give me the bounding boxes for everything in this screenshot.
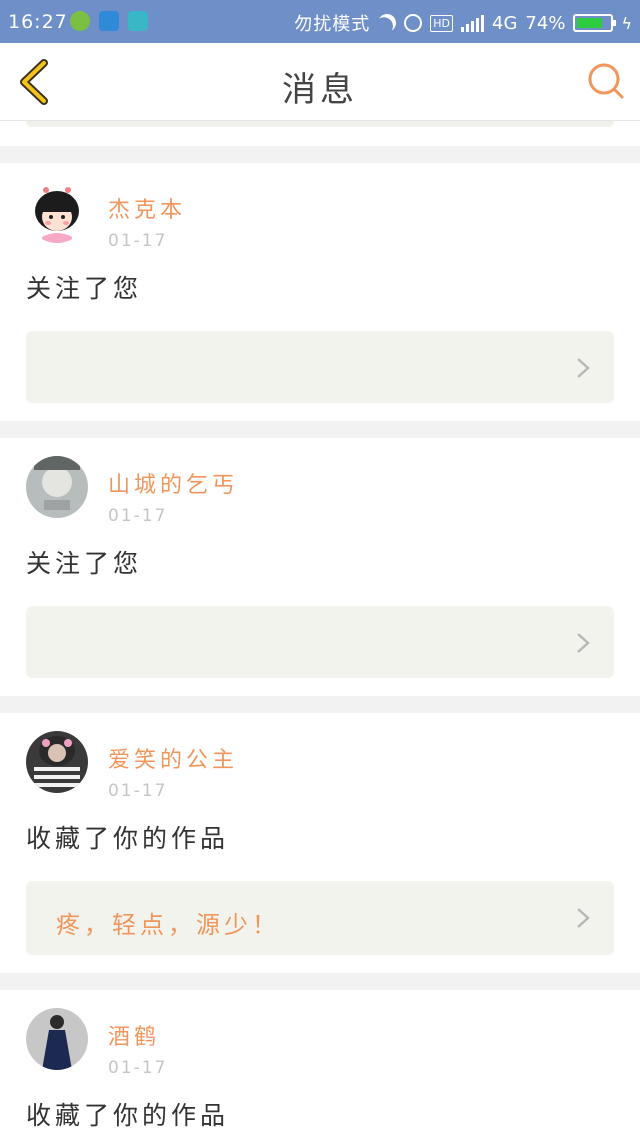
message-card[interactable]: 山城的乞丐 01-17 关注了您 [0,438,640,696]
action-text: 关注了您 [26,274,143,303]
status-bar: 16:27 勿扰模式 HD 4G 74% ϟ [0,0,640,43]
battery-app-icon [99,11,119,31]
message-date: 01-17 [108,506,168,526]
screenshot-icon [128,11,148,31]
avatar[interactable] [26,456,88,518]
message-card[interactable]: 爱笑的公主 01-17 收藏了你的作品 疼，轻点，源少！ [0,713,640,973]
title-bar: 消息 [0,43,640,121]
action-text: 收藏了你的作品 [26,1101,230,1130]
battery-icon [573,14,617,32]
moon-icon [376,11,399,34]
status-time: 16:27 [8,11,68,33]
preview-box[interactable]: 疼，轻点，源少！ [26,881,614,955]
page-title: 消息 [282,70,358,110]
message-list[interactable]: 杰克本 01-17 关注了您 山城的乞丐 01-17 关注了您 爱笑的公主 01… [0,121,640,1138]
alarm-icon [404,14,423,32]
user-name[interactable]: 酒鹤 [108,1019,167,1051]
do-not-disturb-label: 勿扰模式 [294,14,371,35]
chevron-right-icon [577,633,590,653]
app-notification-icon [70,11,90,31]
battery-percent: 74% [525,12,566,34]
hd-icon: HD [430,14,454,32]
status-right: 勿扰模式 HD 4G 74% ϟ [294,10,632,36]
signal-icon [461,14,485,32]
charging-icon: ϟ [621,13,632,33]
avatar[interactable] [26,1008,88,1070]
network-label: 4G [492,12,518,34]
search-icon[interactable] [586,61,626,101]
preview-box[interactable] [26,606,614,678]
message-card[interactable]: 酒鹤 01-17 收藏了你的作品 [0,990,640,1138]
message-date: 01-17 [108,231,168,251]
avatar[interactable] [26,731,88,793]
chevron-right-icon [577,908,590,928]
message-date: 01-17 [108,1058,168,1078]
preview-box[interactable] [26,331,614,403]
preview-text: 疼，轻点，源少！ [56,911,280,939]
user-name[interactable]: 爱笑的公主 [108,742,238,774]
user-name[interactable]: 山城的乞丐 [108,467,238,499]
previous-card-stub [0,121,640,146]
message-card[interactable]: 杰克本 01-17 关注了您 [0,163,640,421]
action-text: 收藏了你的作品 [26,824,230,853]
action-text: 关注了您 [26,549,143,578]
user-name[interactable]: 杰克本 [108,192,186,224]
avatar[interactable] [26,181,88,243]
chevron-right-icon [577,358,590,378]
message-date: 01-17 [108,781,168,801]
